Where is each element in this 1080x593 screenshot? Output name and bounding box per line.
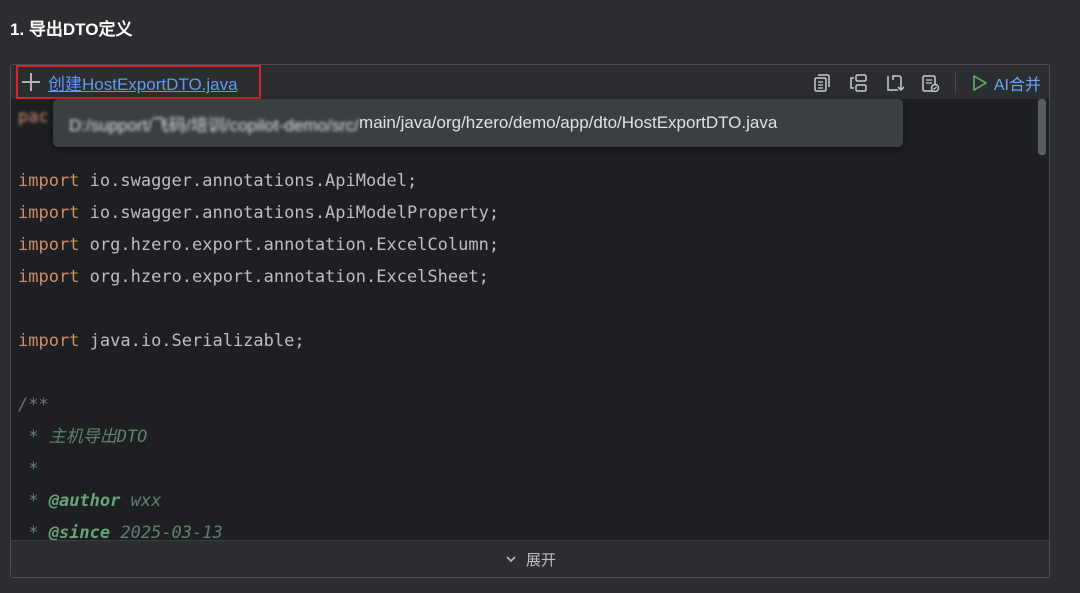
code-line-doc: /** <box>18 395 49 415</box>
code-editor[interactable]: pac import io.swagger.annotations.ApiMod… <box>11 99 1049 541</box>
code-line: import org.hzero.export.annotation.Excel… <box>18 235 500 255</box>
run-icon <box>973 75 987 91</box>
file-path-tooltip: D:/support/飞码/培训/copilot-demo/src/main/j… <box>53 99 903 147</box>
code-line: import java.io.Serializable; <box>18 331 305 351</box>
code-line: import io.swagger.annotations.ApiModel; <box>18 171 418 191</box>
insert-icon[interactable] <box>883 72 905 94</box>
plus-icon <box>22 73 40 91</box>
tooltip-path-hidden: D:/support/飞码/培训/copilot-demo/src/ <box>69 115 360 135</box>
create-file-link[interactable]: 创建HostExportDTO.java <box>16 65 261 99</box>
vertical-scrollbar[interactable] <box>1038 99 1046 155</box>
code-line: import org.hzero.export.annotation.Excel… <box>18 267 489 287</box>
create-file-label[interactable]: 创建HostExportDTO.java <box>48 70 238 95</box>
tooltip-path-visible: main/java/org/hzero/demo/app/dto/HostExp… <box>359 113 778 132</box>
code-line-doc: * <box>18 459 39 479</box>
code-line-doc: * @since 2025-03-13 <box>18 523 223 541</box>
expand-button[interactable]: 展开 <box>11 540 1049 577</box>
code-line-package: pac <box>18 107 49 127</box>
code-line-doc: * @author wxx <box>18 491 162 511</box>
code-toolbar: AI合并 <box>811 70 1041 96</box>
chevron-down-icon <box>506 556 516 563</box>
diff-icon[interactable] <box>847 72 869 94</box>
expand-label: 展开 <box>525 551 556 569</box>
apply-icon[interactable] <box>919 72 941 94</box>
copy-icon[interactable] <box>811 72 833 94</box>
code-card-header: 创建HostExportDTO.java AI合并 <box>11 65 1049 99</box>
ai-merge-button[interactable]: AI合并 <box>970 71 1041 95</box>
toolbar-divider <box>954 73 956 93</box>
code-line: import io.swagger.annotations.ApiModelPr… <box>18 203 500 223</box>
section-title: 1. 导出DTO定义 <box>10 20 133 39</box>
code-card: 创建HostExportDTO.java AI合并 D:/support/飞码/… <box>10 64 1050 578</box>
ai-merge-label: AI合并 <box>993 77 1041 94</box>
code-line-doc: * 主机导出DTO <box>18 427 148 447</box>
